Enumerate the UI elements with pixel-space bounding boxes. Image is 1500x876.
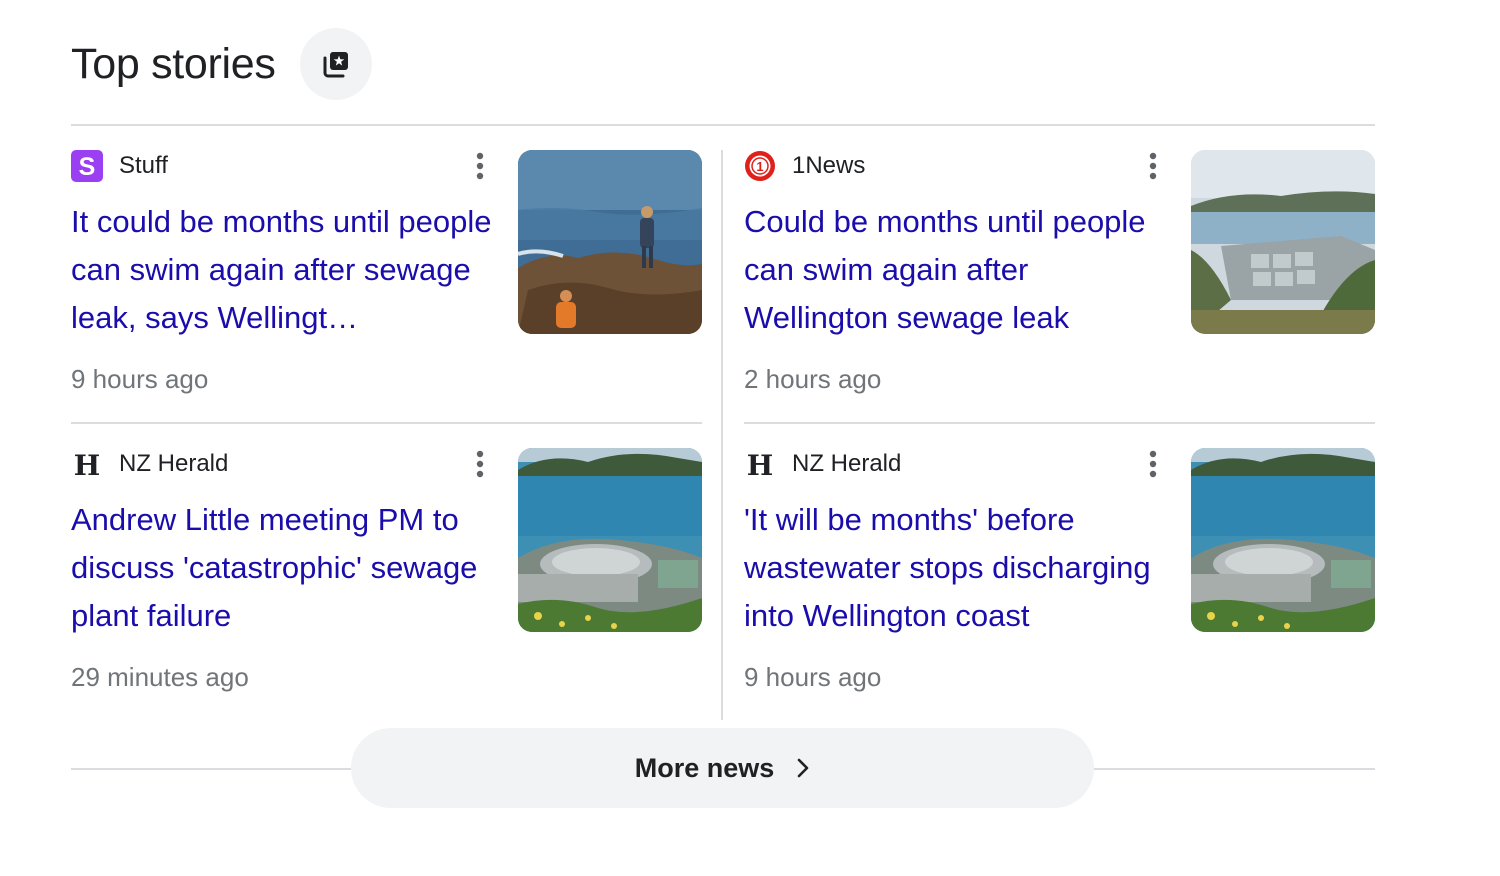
section-title: Top stories (71, 39, 276, 88)
story-headline[interactable]: 'It will be months' before wastewater st… (744, 496, 1169, 640)
more-vert-icon (476, 152, 484, 180)
more-vert-icon (476, 450, 484, 478)
row-divider-right (744, 422, 1375, 424)
treatment-plant-photo (1191, 150, 1375, 334)
more-news-divider-left (71, 768, 351, 770)
svg-text:1: 1 (756, 159, 763, 174)
story-timestamp: 9 hours ago (744, 662, 882, 692)
row-divider-left (71, 422, 702, 424)
svg-text:H: H (74, 449, 100, 480)
more-vert-icon (1149, 152, 1157, 180)
source-name: 1News (792, 152, 866, 179)
nz-herald-logo-icon: H (744, 448, 776, 480)
stuff-logo-icon: S (71, 150, 103, 182)
source-name: Stuff (119, 152, 168, 179)
story-timestamp: 9 hours ago (71, 364, 209, 394)
coastal-plant-photo (1191, 448, 1375, 632)
more-options-button[interactable] (1142, 448, 1164, 480)
nz-herald-logo-icon: H (71, 448, 103, 480)
stories-icon (323, 52, 348, 78)
story-thumbnail[interactable] (1191, 150, 1375, 334)
svg-text:H: H (747, 449, 773, 480)
more-vert-icon (1149, 450, 1157, 478)
stories-button[interactable] (299, 28, 372, 100)
story-timestamp: 2 hours ago (744, 364, 882, 394)
story-card[interactable]: H NZ Herald Andrew Little meeting PM to … (71, 448, 702, 698)
header-divider (71, 124, 1375, 126)
story-source: S Stuff (71, 150, 168, 182)
more-news-button[interactable]: More news (351, 728, 1094, 808)
story-headline[interactable]: Andrew Little meeting PM to discuss 'cat… (71, 496, 496, 640)
more-options-button[interactable] (469, 448, 491, 480)
column-divider (721, 150, 723, 720)
story-source: 1 1News (744, 150, 865, 182)
story-timestamp: 29 minutes ago (71, 662, 249, 692)
chevron-right-icon (796, 757, 810, 779)
source-name: NZ Herald (792, 450, 902, 477)
story-card[interactable]: S Stuff It could be months until people … (71, 150, 702, 400)
story-card[interactable]: 1 1News Could be months until people can… (744, 150, 1375, 400)
story-headline[interactable]: Could be months until people can swim ag… (744, 198, 1169, 342)
more-news-divider-right (1094, 768, 1375, 770)
story-source: H NZ Herald (71, 448, 229, 480)
top-stories-header: Top stories (71, 28, 372, 100)
story-card[interactable]: H NZ Herald 'It will be months' before w… (744, 448, 1375, 698)
story-thumbnail[interactable] (1191, 448, 1375, 632)
more-options-button[interactable] (469, 150, 491, 182)
story-headline[interactable]: It could be months until people can swim… (71, 198, 496, 342)
source-name: NZ Herald (119, 450, 229, 477)
rocky-shore-photo (518, 150, 702, 334)
svg-text:S: S (79, 153, 96, 181)
more-news-label: More news (634, 752, 775, 783)
coastal-plant-photo (518, 448, 702, 632)
story-thumbnail[interactable] (518, 448, 702, 632)
1news-logo-icon: 1 (744, 150, 776, 182)
story-thumbnail[interactable] (518, 150, 702, 334)
more-options-button[interactable] (1142, 150, 1164, 182)
story-source: H NZ Herald (744, 448, 902, 480)
